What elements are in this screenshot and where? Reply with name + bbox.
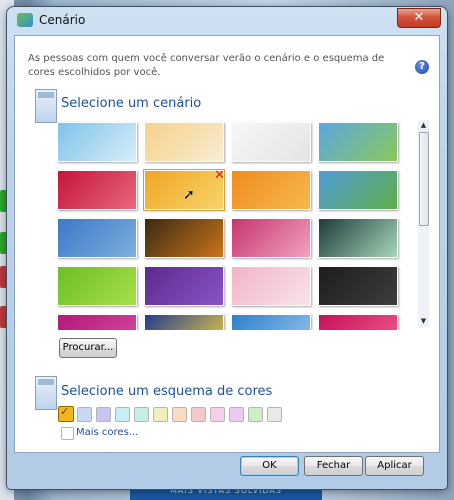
color-swatch[interactable] — [210, 407, 225, 422]
scene-section-icon — [35, 89, 57, 123]
color-swatch[interactable] — [153, 407, 168, 422]
color-swatch[interactable] — [172, 407, 187, 422]
messenger-icon — [17, 13, 33, 27]
scene-thumbnail[interactable] — [318, 218, 398, 258]
browse-button[interactable]: Procurar... — [59, 338, 117, 358]
scene-thumbnail[interactable] — [57, 170, 137, 210]
check-icon: ✓ — [60, 405, 70, 418]
color-swatch[interactable] — [115, 407, 130, 422]
scene-thumbnail[interactable] — [318, 314, 398, 330]
scene-thumbnail[interactable] — [57, 314, 137, 330]
color-swatch[interactable] — [248, 407, 263, 422]
dialog-content: As pessoas com quem você conversar verão… — [14, 35, 440, 453]
scene-thumbnail[interactable] — [318, 170, 398, 210]
title-bar[interactable]: Cenário ✕ — [7, 7, 447, 33]
scene-thumbnail[interactable] — [231, 266, 311, 306]
scene-thumbnail[interactable] — [231, 218, 311, 258]
color-swatch[interactable] — [267, 407, 282, 422]
mouse-cursor-icon: ➚ — [183, 187, 195, 203]
help-icon[interactable]: ? — [415, 60, 429, 74]
ok-button[interactable]: OK — [240, 456, 299, 476]
more-colors-link[interactable]: Mais cores... — [76, 427, 138, 438]
apply-button[interactable]: Aplicar — [365, 456, 424, 476]
scene-thumbnail[interactable] — [318, 122, 398, 162]
scene-thumbnail[interactable] — [57, 266, 137, 306]
description-text: As pessoas com quem você conversar verão… — [28, 53, 385, 78]
scene-thumbnail[interactable] — [318, 266, 398, 306]
color-swatch[interactable] — [134, 407, 149, 422]
close-window-button[interactable]: ✕ — [397, 8, 441, 28]
scrollbar-thumb[interactable] — [419, 132, 429, 226]
scene-thumbnail[interactable] — [231, 314, 311, 330]
scene-thumbnail[interactable] — [144, 122, 224, 162]
scene-section-title: Selecione um cenário — [61, 96, 202, 111]
scene-scrollbar[interactable]: ▲ ▼ — [418, 120, 429, 327]
scene-thumbnail[interactable] — [57, 122, 137, 162]
scroll-up-arrow-icon[interactable]: ▲ — [419, 121, 428, 130]
scene-thumbnail[interactable] — [144, 266, 224, 306]
scene-dialog: Cenário ✕ As pessoas com quem você conve… — [7, 7, 447, 489]
window-title: Cenário — [39, 13, 86, 27]
scene-thumbnail[interactable] — [231, 122, 311, 162]
scroll-down-arrow-icon[interactable]: ▼ — [419, 317, 428, 326]
scene-thumbnail[interactable] — [57, 218, 137, 258]
delete-scene-icon[interactable]: ✕ — [214, 168, 225, 183]
scene-thumbnail[interactable] — [144, 314, 224, 330]
scene-thumbnail[interactable]: ✕ ➚ — [143, 168, 225, 211]
close-button[interactable]: Fechar — [304, 456, 363, 476]
color-section-title: Selecione um esquema de cores — [61, 384, 273, 399]
color-swatch[interactable] — [77, 407, 92, 422]
color-swatch[interactable]: ✓ — [58, 405, 74, 422]
more-colors-checkbox[interactable] — [61, 427, 74, 440]
color-swatch[interactable] — [96, 407, 111, 422]
color-section-icon — [35, 376, 57, 410]
scene-thumbnail[interactable] — [231, 170, 311, 210]
color-swatch[interactable] — [191, 407, 206, 422]
scene-thumbnail-grid: ✕ ➚ — [57, 120, 417, 330]
scene-thumbnail[interactable] — [144, 218, 224, 258]
color-swatch[interactable] — [229, 407, 244, 422]
